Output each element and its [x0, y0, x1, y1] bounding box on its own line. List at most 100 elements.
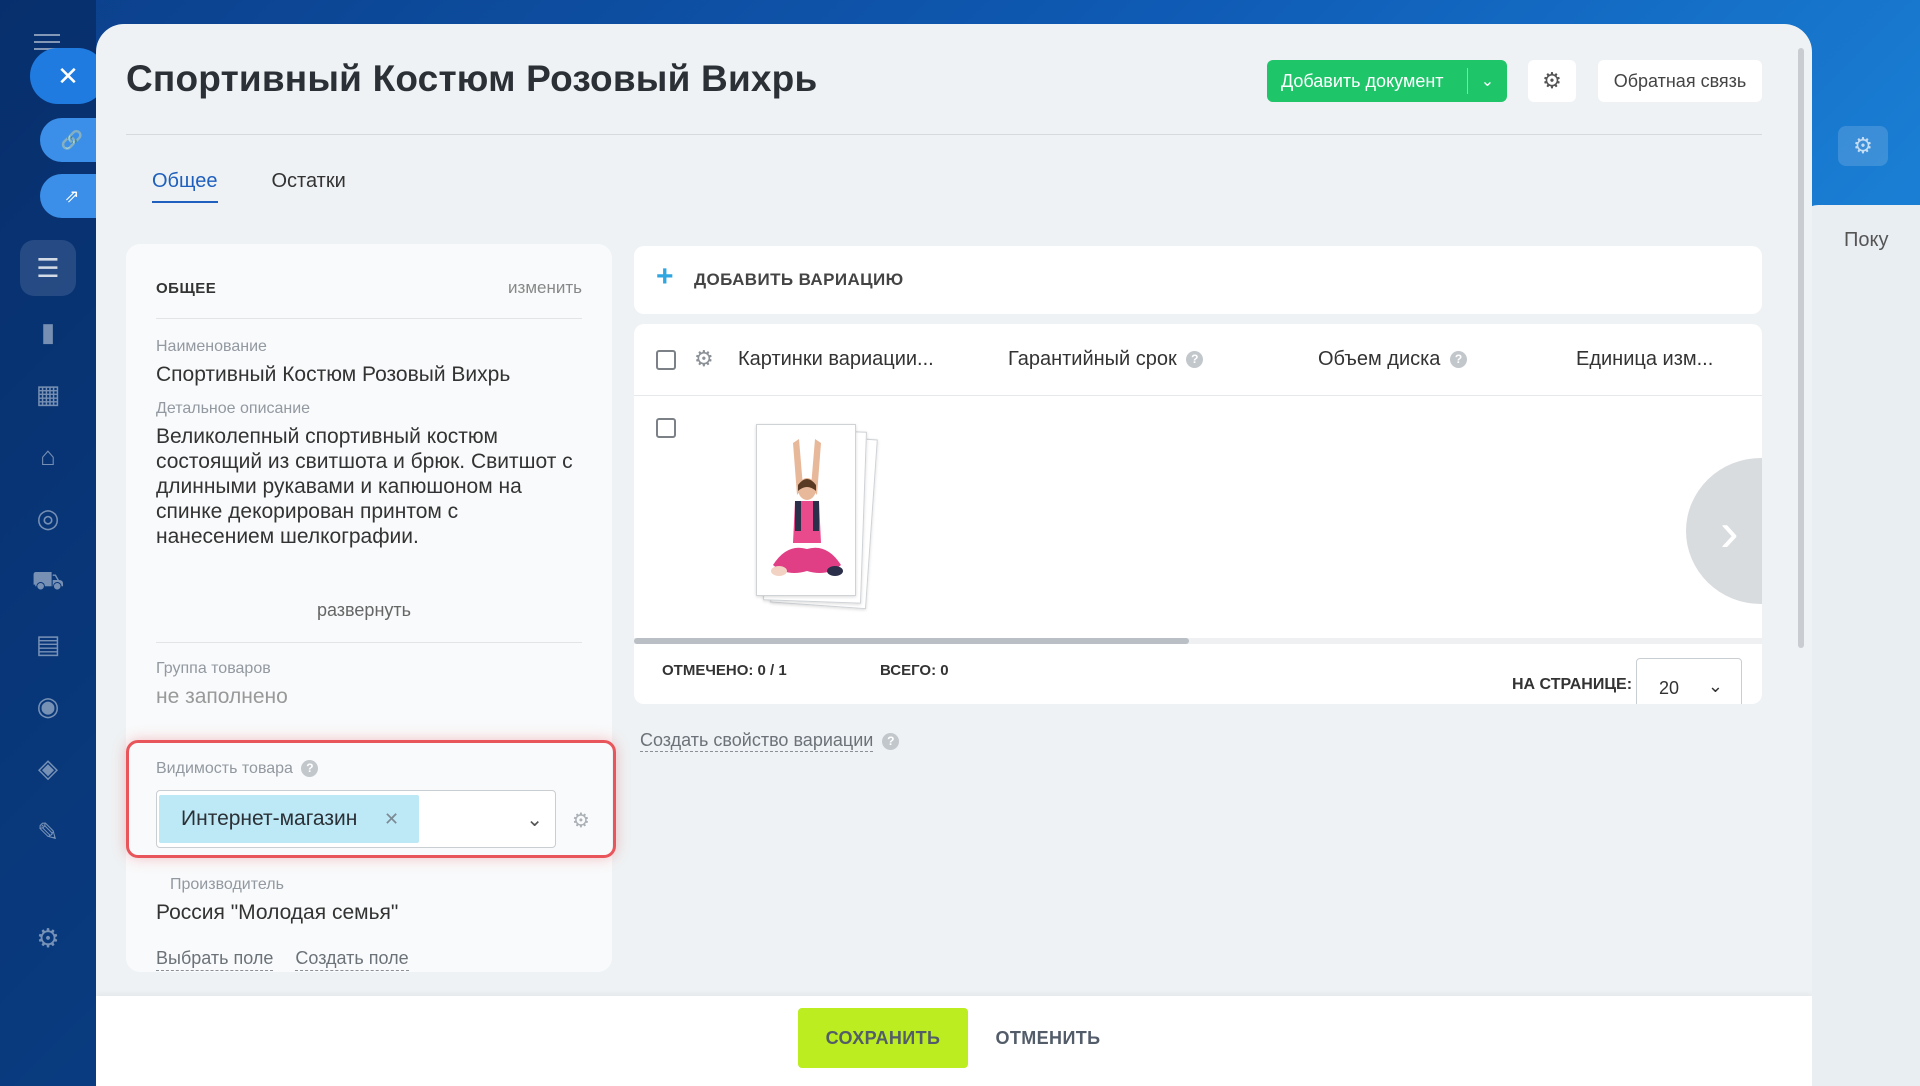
column-header-warranty[interactable]: Гарантийный срок ? [1008, 348, 1204, 371]
app-sidebar: ☰ ▮ ▦ ⌂ ◎ ⛟ ▤ ◉ ◈ ✎ ⚙ [0, 0, 96, 1086]
per-page-select[interactable]: 20 ⌄ [1636, 658, 1742, 704]
card-divider [156, 642, 582, 643]
field-settings-icon[interactable]: ⚙ [572, 808, 590, 833]
scrollbar-thumb[interactable] [634, 638, 1189, 644]
create-property-row: Создать свойство вариации ? [640, 730, 900, 752]
marked-value: 0 / 1 [757, 662, 787, 679]
background-panel: Поку [1800, 205, 1920, 1086]
description-fade [156, 559, 576, 599]
close-slider-button[interactable]: ✕ [30, 48, 106, 104]
group-label: Группа товаров [156, 660, 271, 677]
plus-icon: + [656, 260, 674, 293]
page-title: Спортивный Костюм Розовый Вихрь [126, 58, 818, 99]
analytics-icon[interactable]: ▮ [20, 304, 76, 360]
product-slider: Спортивный Костюм Розовый Вихрь Добавить… [96, 24, 1812, 1086]
title-divider [126, 134, 1762, 135]
box-icon[interactable]: ◈ [20, 740, 76, 796]
column-header-warranty-label: Гарантийный срок [1008, 348, 1177, 370]
open-new-window-button[interactable]: ⇗ [40, 174, 104, 218]
visibility-label-text: Видимость товара [156, 760, 293, 777]
tracksuit-model-image [757, 425, 855, 595]
help-icon[interactable]: ? [1186, 351, 1204, 369]
settings-button[interactable]: ⚙ [1528, 60, 1576, 102]
name-label: Наименование [156, 338, 267, 355]
target-icon[interactable]: ◎ [20, 490, 76, 546]
total-counter: ВСЕГО: 0 [880, 662, 949, 679]
column-header-disk-label: Объем диска [1318, 348, 1441, 370]
marked-label: ОТМЕЧЕНО: [662, 662, 754, 679]
visibility-label: Видимость товара ? [156, 760, 319, 778]
visibility-select[interactable]: Интернет-магазин ✕ ⌄ [156, 790, 556, 848]
column-header-disk[interactable]: Объем диска ? [1318, 348, 1467, 371]
calendar-icon[interactable]: ▦ [20, 366, 76, 422]
create-field-link[interactable]: Создать поле [295, 948, 409, 971]
field-links: Выбрать поле Создать поле [156, 948, 409, 971]
footer-bar: СОХРАНИТЬ ОТМЕНИТЬ [96, 996, 1812, 1086]
per-page-label: НА СТРАНИЦЕ: [1512, 676, 1633, 693]
tab-general[interactable]: Общее [152, 170, 218, 203]
name-value: Спортивный Костюм Розовый Вихрь [156, 363, 511, 386]
description-value: Великолепный спортивный костюм состоящий… [156, 425, 573, 548]
per-page-value: 20 [1659, 678, 1680, 698]
chevron-down-icon[interactable]: ⌄ [1468, 71, 1507, 91]
manufacturer-value: Россия "Молодая семья" [156, 901, 399, 924]
manufacturer-label: Производитель [170, 876, 284, 893]
contact-card-icon[interactable]: ▤ [20, 616, 76, 672]
select-all-checkbox[interactable] [656, 350, 676, 370]
add-document-button[interactable]: Добавить документ ⌄ [1267, 60, 1507, 102]
add-document-label: Добавить документ [1281, 70, 1444, 91]
tab-stock[interactable]: Остатки [272, 170, 346, 203]
funnel-icon[interactable]: ☰ [20, 240, 76, 296]
description-label: Детальное описание [156, 400, 311, 417]
document-edit-icon[interactable]: ✎ [20, 804, 76, 860]
marked-counter: ОТМЕЧЕНО: 0 / 1 [662, 662, 787, 679]
external-link-icon: ⇗ [64, 185, 80, 206]
column-header-images[interactable]: Картинки вариации... [738, 348, 934, 371]
chevron-right-icon: › [1720, 499, 1739, 563]
warehouse-icon[interactable]: ⌂ [20, 428, 76, 484]
variations-grid: ⚙ Картинки вариации... Гарантийный срок … [634, 324, 1762, 704]
chevron-down-icon: ⌄ [1707, 676, 1723, 696]
save-button[interactable]: СОХРАНИТЬ [798, 1008, 968, 1068]
card-divider [156, 318, 582, 319]
column-header-unit[interactable]: Единица изм... [1576, 348, 1713, 371]
add-variation-label: ДОБАВИТЬ ВАРИАЦИЮ [694, 270, 904, 289]
grid-horizontal-scrollbar[interactable] [634, 638, 1762, 644]
help-icon[interactable]: ? [301, 760, 319, 778]
edit-link[interactable]: изменить [508, 278, 582, 298]
cart-icon[interactable]: ⛟ [20, 554, 76, 610]
background-panel-text: Поку [1844, 229, 1889, 251]
total-value: 0 [940, 662, 949, 679]
link-icon: 🔗 [60, 129, 84, 150]
robot-icon[interactable]: ◉ [20, 678, 76, 734]
remove-tag-icon[interactable]: ✕ [384, 809, 399, 830]
general-card-heading: ОБЩЕЕ [156, 280, 217, 297]
close-icon: ✕ [57, 60, 79, 91]
product-image [756, 424, 856, 596]
add-variation-button[interactable]: + ДОБАВИТЬ ВАРИАЦИЮ [634, 246, 1762, 314]
visibility-tag: Интернет-магазин ✕ [159, 795, 419, 843]
cancel-button[interactable]: ОТМЕНИТЬ [988, 1008, 1108, 1068]
column-settings-icon[interactable]: ⚙ [694, 346, 714, 372]
help-icon[interactable]: ? [882, 732, 900, 750]
expand-link[interactable]: развернуть [126, 600, 602, 621]
tabs: Общее Остатки [152, 170, 346, 203]
visibility-tag-label: Интернет-магазин [181, 807, 358, 830]
help-icon[interactable]: ? [1450, 351, 1467, 369]
feedback-button[interactable]: Обратная связь [1598, 60, 1762, 102]
settings-icon[interactable]: ⚙ [20, 910, 76, 966]
gear-icon: ⚙ [1542, 68, 1562, 93]
row-checkbox[interactable] [656, 418, 676, 438]
slider-scrollbar[interactable] [1798, 48, 1804, 648]
copy-link-button[interactable]: 🔗 [40, 118, 104, 162]
select-field-link[interactable]: Выбрать поле [156, 948, 274, 971]
grid-scroll-right-button[interactable]: › [1686, 458, 1762, 604]
chevron-down-icon[interactable]: ⌄ [526, 807, 543, 832]
variation-image-stack[interactable] [756, 424, 878, 610]
general-card: ОБЩЕЕ изменить Наименование Спортивный К… [126, 244, 616, 972]
create-property-link[interactable]: Создать свойство вариации [640, 730, 874, 752]
background-settings-icon: ⚙ [1838, 126, 1888, 166]
group-value: не заполнено [156, 685, 288, 708]
total-label: ВСЕГО: [880, 662, 937, 679]
grid-header: ⚙ Картинки вариации... Гарантийный срок … [634, 324, 1762, 396]
